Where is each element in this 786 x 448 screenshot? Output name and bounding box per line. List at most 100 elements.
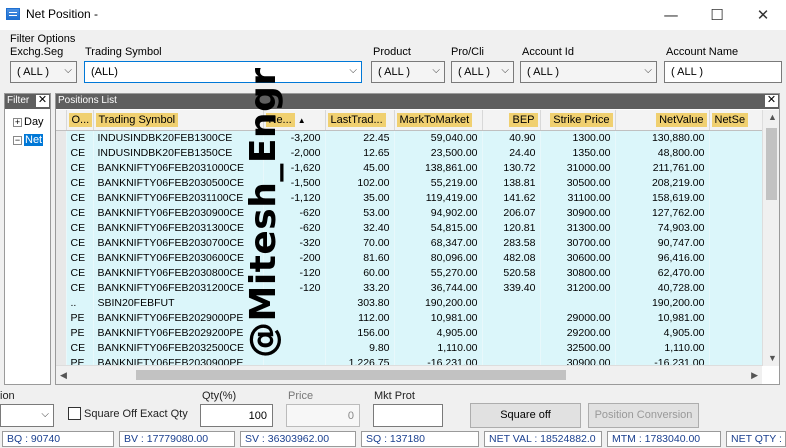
table-row[interactable]: CE BANKNIFTY06FEB2030800CE -120 60.00 55,270… bbox=[56, 265, 762, 280]
table-row[interactable]: CE BANKNIFTY06FEB2030900CE -620 53.00 94,902… bbox=[56, 205, 762, 220]
cell-bep: 138.81 bbox=[482, 175, 541, 190]
cell-trading-symbol: BANKNIFTY06FEB2032500CE bbox=[93, 340, 264, 355]
square-off-exact-qty-checkbox[interactable] bbox=[68, 407, 81, 420]
cell-mtm: 36,744.00 bbox=[394, 280, 483, 295]
scroll-down-icon[interactable]: ▼ bbox=[768, 354, 777, 363]
row-header[interactable] bbox=[56, 130, 67, 145]
tree-item-net[interactable]: − Net bbox=[13, 134, 44, 146]
row-header[interactable] bbox=[56, 205, 67, 220]
cell-mtm: 94,902.00 bbox=[394, 205, 483, 220]
table-row[interactable]: PE BANKNIFTY06FEB2029000PE 112.00 10,981.00… bbox=[56, 310, 762, 325]
tree-item-day[interactable]: + Day bbox=[13, 116, 44, 128]
product-dropdown[interactable]: ( ALL ) ⌵ bbox=[371, 61, 445, 83]
col-header-option-type[interactable]: O... bbox=[66, 110, 94, 131]
row-header[interactable] bbox=[56, 295, 67, 310]
square-off-button[interactable]: Square off bbox=[470, 403, 581, 428]
pro-cli-dropdown[interactable]: ( ALL ) ⌵ bbox=[451, 61, 514, 83]
status-bq: BQ : 90740 bbox=[2, 431, 114, 447]
close-button[interactable]: ✕ bbox=[740, 0, 786, 30]
horizontal-scrollbar[interactable]: ◀ ▶ bbox=[56, 365, 762, 384]
table-row[interactable]: .. SBIN20FEBFUT 303.80 190,200.00 190,200.00… bbox=[56, 295, 762, 310]
cell-strike-price: 30900.00 bbox=[540, 205, 616, 220]
exch-seg-dropdown[interactable]: ( ALL ) ⌵ bbox=[10, 61, 77, 83]
expand-icon[interactable]: + bbox=[13, 118, 22, 127]
order-type-dropdown[interactable]: ⌵ bbox=[0, 404, 54, 427]
qty-input[interactable]: 100 bbox=[200, 404, 273, 427]
collapse-icon[interactable]: − bbox=[13, 136, 22, 145]
row-header[interactable] bbox=[56, 250, 67, 265]
row-header[interactable] bbox=[56, 145, 67, 160]
vertical-scroll-thumb[interactable] bbox=[766, 128, 777, 200]
status-sq: SQ : 137180 bbox=[361, 431, 479, 447]
table-row[interactable]: CE BANKNIFTY06FEB2030500CE -1,500 102.00 55,… bbox=[56, 175, 762, 190]
minimize-button[interactable]: — bbox=[648, 0, 694, 30]
row-header[interactable] bbox=[56, 235, 67, 250]
vertical-scrollbar[interactable]: ▲ ▼ bbox=[762, 110, 779, 366]
horizontal-scroll-thumb[interactable] bbox=[136, 370, 566, 380]
cell-net-value: 1,110.00 bbox=[615, 340, 710, 355]
price-input[interactable]: 0 bbox=[286, 404, 360, 427]
col-header-net-value[interactable]: NetValue bbox=[615, 110, 710, 131]
col-header-strike-price[interactable]: Strike Price bbox=[540, 110, 616, 131]
account-id-dropdown[interactable]: ( ALL ) ⌵ bbox=[520, 61, 657, 83]
row-header[interactable] bbox=[56, 220, 67, 235]
account-id-label: Account Id bbox=[522, 46, 574, 58]
table-row[interactable]: CE BANKNIFTY06FEB2031000CE -1,620 45.00 138,… bbox=[56, 160, 762, 175]
row-header[interactable] bbox=[56, 325, 67, 340]
row-header[interactable] bbox=[56, 265, 67, 280]
scroll-up-icon[interactable]: ▲ bbox=[768, 113, 777, 122]
pro-cli-label: Pro/Cli bbox=[451, 46, 485, 58]
table-row[interactable]: PE BANKNIFTY06FEB2029200PE 156.00 4,905.00 2… bbox=[56, 325, 762, 340]
mkt-prot-input[interactable] bbox=[373, 404, 443, 427]
chevron-down-icon: ⌵ bbox=[349, 65, 357, 76]
table-row[interactable]: CE INDUSINDBK20FEB1350CE -2,000 12.65 23,500… bbox=[56, 145, 762, 160]
scroll-left-icon[interactable]: ◀ bbox=[60, 371, 67, 380]
table-row[interactable]: CE INDUSINDBK20FEB1300CE -3,200 22.45 59,040… bbox=[56, 130, 762, 145]
row-header[interactable] bbox=[56, 190, 67, 205]
cell-trading-symbol: BANKNIFTY06FEB2030900CE bbox=[93, 205, 264, 220]
account-name-input[interactable]: ( ALL ) bbox=[664, 61, 782, 83]
close-icon[interactable]: ✕ bbox=[36, 95, 49, 107]
cell-option-type: CE bbox=[66, 280, 94, 295]
cell-mtm: 54,815.00 bbox=[394, 220, 483, 235]
col-header-last-traded[interactable]: LastTrad... bbox=[325, 110, 395, 131]
maximize-button[interactable]: ☐ bbox=[694, 0, 740, 30]
cell-trading-symbol: INDUSINDBK20FEB1350CE bbox=[93, 145, 264, 160]
filter-panel: Filter ✕ + Day − Net bbox=[4, 93, 51, 385]
trading-symbol-dropdown[interactable]: (ALL) ⌵ bbox=[84, 61, 362, 83]
table-row[interactable]: CE BANKNIFTY06FEB2031200CE -120 33.20 36,744… bbox=[56, 280, 762, 295]
cell-trading-symbol: BANKNIFTY06FEB2030800CE bbox=[93, 265, 264, 280]
col-header-trading-symbol[interactable]: Trading Symbol bbox=[93, 110, 264, 131]
cell-last-traded: 112.00 bbox=[325, 310, 395, 325]
row-header[interactable] bbox=[56, 175, 67, 190]
chevron-down-icon: ⌵ bbox=[501, 65, 509, 76]
col-header-mtm[interactable]: MarkToMarket bbox=[394, 110, 483, 131]
col-header-net-sell[interactable]: NetSe bbox=[709, 110, 762, 131]
col-header-bep[interactable]: BEP bbox=[482, 110, 541, 131]
table-row[interactable]: CE BANKNIFTY06FEB2030700CE -320 70.00 68,347… bbox=[56, 235, 762, 250]
cell-bep bbox=[482, 310, 541, 325]
scroll-right-icon[interactable]: ▶ bbox=[751, 371, 758, 380]
cell-trading-symbol: BANKNIFTY06FEB2031100CE bbox=[93, 190, 264, 205]
trading-symbol-label: Trading Symbol bbox=[85, 46, 162, 58]
close-icon[interactable]: ✕ bbox=[765, 95, 778, 107]
cell-strike-price: 29000.00 bbox=[540, 310, 616, 325]
cell-mtm: 190,200.00 bbox=[394, 295, 483, 310]
position-conversion-button[interactable]: Position Conversion bbox=[588, 403, 699, 428]
row-header[interactable] bbox=[56, 160, 67, 175]
row-header[interactable] bbox=[56, 340, 67, 355]
table-row[interactable]: CE BANKNIFTY06FEB2030600CE -200 81.60 80,096… bbox=[56, 250, 762, 265]
cell-net-sell: 211, bbox=[709, 160, 762, 175]
cell-strike-price: 31100.00 bbox=[540, 190, 616, 205]
row-header[interactable] bbox=[56, 310, 67, 325]
row-header[interactable] bbox=[56, 280, 67, 295]
cell-strike-price: 29200.00 bbox=[540, 325, 616, 340]
cell-mtm: 4,905.00 bbox=[394, 325, 483, 340]
account-name-label: Account Name bbox=[666, 46, 739, 58]
cell-net-sell: 74, bbox=[709, 220, 762, 235]
table-row[interactable]: CE BANKNIFTY06FEB2031100CE -1,120 35.00 119,… bbox=[56, 190, 762, 205]
cell-option-type: CE bbox=[66, 145, 94, 160]
table-row[interactable]: CE BANKNIFTY06FEB2032500CE 9.80 1,110.00 325… bbox=[56, 340, 762, 355]
account-id-value: ( ALL ) bbox=[527, 66, 559, 78]
table-row[interactable]: CE BANKNIFTY06FEB2031300CE -620 32.40 54,815… bbox=[56, 220, 762, 235]
